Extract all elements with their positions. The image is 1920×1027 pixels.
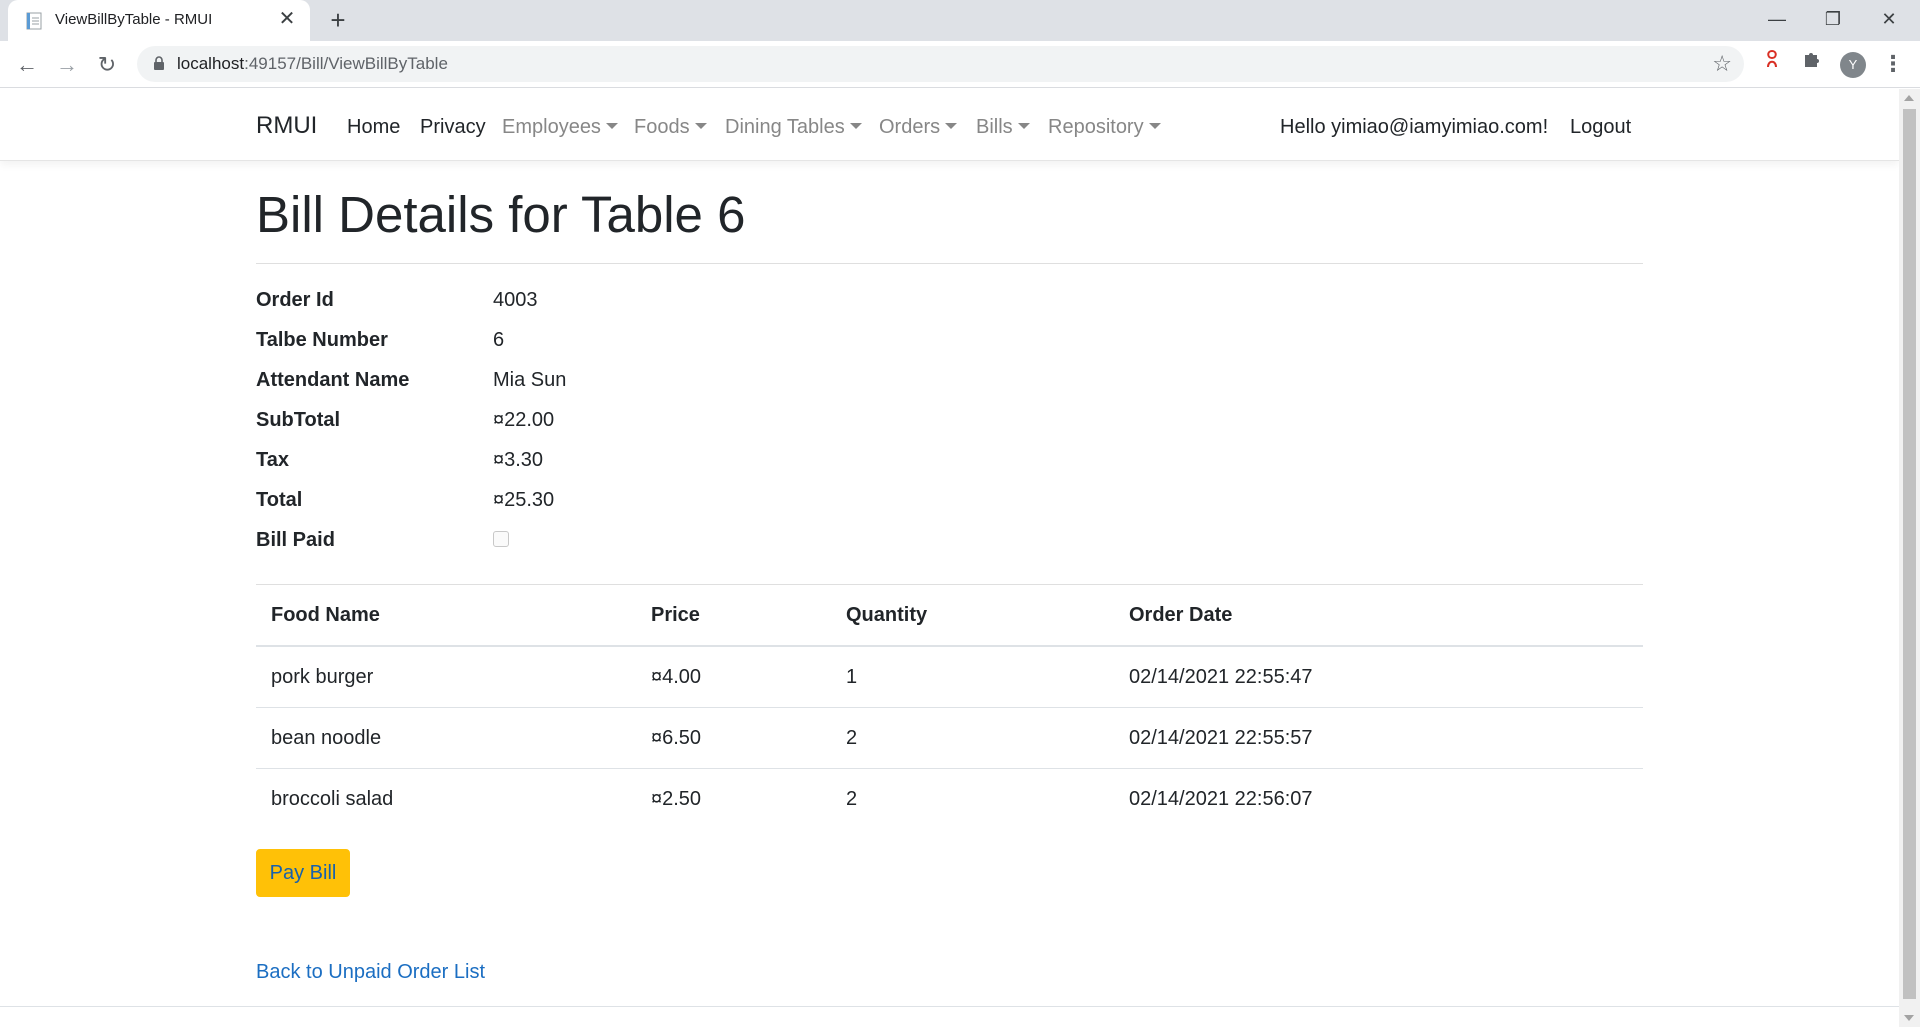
- browser-tab-bar: ViewBillByTable - RMUI ✕ + — ❐ ✕: [0, 0, 1920, 41]
- back-to-unpaid-orders-link[interactable]: Back to Unpaid Order List: [256, 961, 485, 984]
- cell-quantity: 2: [846, 788, 858, 810]
- cell-food-name: broccoli salad: [271, 788, 394, 810]
- nav-privacy[interactable]: Privacy: [420, 116, 486, 139]
- detail-label-tax: Tax: [256, 449, 289, 471]
- column-header-order-date: Order Date: [1129, 604, 1233, 626]
- cell-price: ¤4.00: [651, 666, 702, 688]
- page-title: Bill Details for Table 6: [256, 186, 746, 243]
- back-arrow-icon[interactable]: ←: [11, 49, 43, 81]
- minimize-icon[interactable]: —: [1749, 0, 1805, 40]
- column-header-quantity: Quantity: [846, 604, 928, 626]
- detail-value-subtotal: ¤22.00: [493, 409, 555, 431]
- extensions-puzzle-icon[interactable]: [1796, 49, 1828, 81]
- close-tab-icon[interactable]: ✕: [276, 8, 298, 30]
- caret-down-icon: [1017, 123, 1030, 129]
- nav-dining-tables-dropdown[interactable]: Dining Tables: [725, 116, 862, 139]
- page-viewport: RMUI Home Privacy Employees Foods Dining…: [0, 89, 1899, 1027]
- caret-down-icon: [605, 123, 618, 129]
- forward-arrow-icon[interactable]: →: [51, 49, 83, 81]
- detail-label-attendant: Attendant Name: [256, 369, 410, 391]
- nav-repository-dropdown[interactable]: Repository: [1048, 116, 1161, 139]
- browser-tab[interactable]: ViewBillByTable - RMUI ✕: [8, 0, 310, 41]
- detail-value-tax: ¤3.30: [493, 449, 544, 471]
- page-scrollbar[interactable]: [1899, 89, 1920, 1027]
- bill-paid-checkbox: [493, 531, 509, 547]
- user-greeting-link[interactable]: Hello yimiao@iamyimiao.com!: [1280, 116, 1548, 139]
- cell-order-date: 02/14/2021 22:55:47: [1129, 666, 1313, 688]
- detail-label-bill-paid: Bill Paid: [256, 529, 335, 551]
- url-text: localhost:49157/Bill/ViewBillByTable: [177, 54, 448, 73]
- detail-value-total: ¤25.30: [493, 489, 555, 511]
- cell-price: ¤6.50: [651, 727, 702, 749]
- pay-bill-button[interactable]: Pay Bill: [256, 849, 350, 897]
- row-divider: [256, 707, 1643, 708]
- caret-down-icon: [945, 123, 958, 129]
- cell-food-name: pork burger: [271, 666, 374, 688]
- cell-food-name: bean noodle: [271, 727, 382, 749]
- reload-icon[interactable]: ↻: [91, 49, 123, 81]
- cell-quantity: 1: [846, 666, 858, 688]
- scroll-down-arrow-icon[interactable]: [1904, 1015, 1914, 1021]
- address-bar[interactable]: localhost:49157/Bill/ViewBillByTable ☆: [137, 46, 1744, 82]
- site-navbar: RMUI Home Privacy Employees Foods Dining…: [0, 89, 1899, 161]
- detail-value-order-id: 4003: [493, 289, 538, 311]
- nav-bills-dropdown[interactable]: Bills: [976, 116, 1030, 139]
- divider: [256, 263, 1643, 264]
- page-favicon-icon: [26, 12, 42, 30]
- column-header-food-name: Food Name: [271, 604, 380, 626]
- lock-icon: [154, 56, 164, 70]
- logout-link[interactable]: Logout: [1570, 116, 1631, 139]
- nav-employees-dropdown[interactable]: Employees: [502, 116, 618, 139]
- cell-price: ¤2.50: [651, 788, 702, 810]
- new-tab-icon[interactable]: +: [323, 6, 353, 36]
- bookmark-star-icon[interactable]: ☆: [1712, 51, 1732, 77]
- detail-value-attendant: Mia Sun: [493, 369, 567, 391]
- detail-label-total: Total: [256, 489, 303, 511]
- close-window-icon[interactable]: ✕: [1861, 0, 1917, 40]
- row-divider: [256, 768, 1643, 769]
- cell-order-date: 02/14/2021 22:56:07: [1129, 788, 1313, 810]
- cell-quantity: 2: [846, 727, 858, 749]
- table-header-rule: [256, 645, 1643, 647]
- extension-pdf-icon[interactable]: [1756, 49, 1788, 81]
- caret-down-icon: [694, 123, 707, 129]
- tab-title: ViewBillByTable - RMUI: [55, 11, 213, 28]
- scroll-up-arrow-icon[interactable]: [1904, 95, 1914, 101]
- footer-divider: [0, 1006, 1899, 1007]
- nav-foods-dropdown[interactable]: Foods: [634, 116, 707, 139]
- scrollbar-thumb[interactable]: [1903, 109, 1916, 999]
- brand-link[interactable]: RMUI: [256, 112, 317, 140]
- browser-toolbar: ← → ↻ localhost:49157/Bill/ViewBillByTab…: [0, 41, 1920, 88]
- profile-avatar[interactable]: Y: [1840, 52, 1866, 78]
- caret-down-icon: [849, 123, 862, 129]
- cell-order-date: 02/14/2021 22:55:57: [1129, 727, 1313, 749]
- nav-orders-dropdown[interactable]: Orders: [879, 116, 958, 139]
- table-top-border: [256, 584, 1643, 585]
- detail-label-table-number: Talbe Number: [256, 329, 388, 351]
- detail-label-order-id: Order Id: [256, 289, 334, 311]
- detail-value-table-number: 6: [493, 329, 505, 351]
- caret-down-icon: [1148, 123, 1161, 129]
- detail-label-subtotal: SubTotal: [256, 409, 341, 431]
- nav-home[interactable]: Home: [347, 116, 400, 139]
- restore-icon[interactable]: ❐: [1805, 0, 1861, 40]
- browser-menu-icon[interactable]: ⋮: [1881, 49, 1905, 81]
- column-header-price: Price: [651, 604, 700, 626]
